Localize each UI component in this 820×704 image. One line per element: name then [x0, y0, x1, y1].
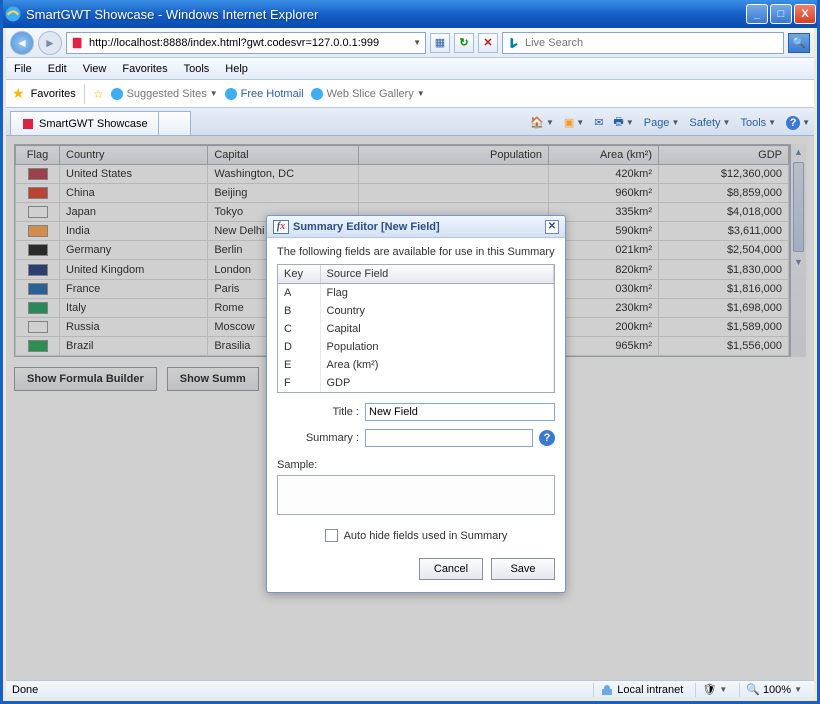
source-field: Population	[320, 338, 554, 356]
sample-output	[277, 475, 555, 515]
source-row[interactable]: BCountry	[278, 302, 554, 320]
source-key: B	[278, 302, 320, 320]
stop-button[interactable]: ✕	[478, 33, 498, 53]
tab-bar: SmartGWT Showcase 🏠▼ ▣▼ ✉ 🖶▼ Page ▼ Safe…	[6, 108, 814, 136]
source-row[interactable]: AFlag	[278, 284, 554, 303]
sample-label: Sample:	[277, 459, 555, 471]
forward-button[interactable]: ►	[38, 31, 62, 55]
zone-segment: Local intranet	[593, 683, 689, 697]
fav-webslice[interactable]: Web Slice Gallery ▼	[310, 87, 425, 101]
search-input[interactable]	[525, 37, 779, 49]
home-button[interactable]: 🏠▼	[530, 116, 554, 129]
source-key: C	[278, 320, 320, 338]
add-fav-icon[interactable]: ☆	[93, 87, 104, 101]
fav-suggested[interactable]: Suggested Sites ▼	[110, 87, 218, 101]
help-button[interactable]: ? ▼	[786, 116, 810, 130]
print-button[interactable]: 🖶▼	[613, 113, 633, 132]
menu-bar: File Edit View Favorites Tools Help	[6, 58, 814, 80]
star-icon: ★	[12, 85, 25, 102]
new-tab-button[interactable]	[159, 111, 191, 135]
dialog-intro: The following fields are available for u…	[277, 246, 555, 258]
dialog-titlebar[interactable]: fx Summary Editor [New Field] ✕	[267, 216, 565, 238]
source-key: F	[278, 374, 320, 392]
page-icon	[21, 117, 35, 131]
search-box[interactable]	[502, 32, 784, 54]
menu-help[interactable]: Help	[225, 63, 248, 75]
status-bar: Done Local intranet 🛡 ▼ 🔍 100% ▼	[6, 680, 814, 698]
source-key: E	[278, 356, 320, 374]
dropdown-caret-icon[interactable]: ▼	[413, 38, 421, 47]
chevron-down-icon: ▼	[417, 89, 425, 98]
dialog-close-button[interactable]: ✕	[545, 220, 559, 234]
source-field: Capital	[320, 320, 554, 338]
source-key: D	[278, 338, 320, 356]
tab-showcase[interactable]: SmartGWT Showcase	[10, 111, 159, 135]
summary-editor-dialog: fx Summary Editor [New Field] ✕ The foll…	[266, 215, 566, 593]
favorites-button[interactable]: Favorites	[31, 88, 76, 100]
address-input[interactable]	[89, 37, 409, 49]
refresh-button[interactable]: ↻	[454, 33, 474, 53]
compat-view-button[interactable]: ▦	[430, 33, 450, 53]
col-source[interactable]: Source Field	[320, 265, 554, 284]
source-row[interactable]: CCapital	[278, 320, 554, 338]
title-input[interactable]	[365, 403, 555, 421]
bing-icon	[507, 36, 521, 50]
menu-tools[interactable]: Tools	[184, 63, 210, 75]
ie-icon	[224, 87, 238, 101]
page-menu[interactable]: Page ▼	[644, 117, 680, 129]
ie-icon	[110, 87, 124, 101]
source-row[interactable]: DPopulation	[278, 338, 554, 356]
source-field: Area (km²)	[320, 356, 554, 374]
address-bar[interactable]: ▼	[66, 32, 426, 54]
favorites-bar: ★ Favorites ☆ Suggested Sites ▼ Free Hot…	[6, 80, 814, 108]
autohide-label: Auto hide fields used in Summary	[344, 530, 508, 542]
help-icon[interactable]: ?	[539, 430, 555, 446]
col-key[interactable]: Key	[278, 265, 320, 284]
fx-icon: fx	[273, 220, 289, 234]
fav-hotmail[interactable]: Free Hotmail	[224, 87, 304, 101]
source-field: GDP	[320, 374, 554, 392]
source-key: A	[278, 284, 320, 303]
protected-mode-segment[interactable]: 🛡 ▼	[695, 683, 733, 697]
tools-menu[interactable]: Tools ▼	[740, 117, 776, 129]
cancel-button[interactable]: Cancel	[419, 558, 483, 580]
save-button[interactable]: Save	[491, 558, 555, 580]
autohide-checkbox[interactable]	[325, 529, 338, 542]
source-field: Country	[320, 302, 554, 320]
ie-icon	[310, 87, 324, 101]
back-button[interactable]: ◄	[10, 31, 34, 55]
feeds-button[interactable]: ▣▼	[564, 116, 584, 129]
summary-input[interactable]	[365, 429, 533, 447]
separator	[84, 84, 85, 104]
safety-menu[interactable]: Safety ▼	[689, 117, 730, 129]
menu-favorites[interactable]: Favorites	[122, 63, 167, 75]
menu-file[interactable]: File	[14, 63, 32, 75]
dialog-title: Summary Editor [New Field]	[293, 221, 545, 233]
status-text: Done	[12, 684, 38, 696]
source-field: Flag	[320, 284, 554, 303]
source-row[interactable]: EArea (km²)	[278, 356, 554, 374]
chevron-down-icon: ▼	[210, 89, 218, 98]
zoom-segment[interactable]: 🔍 100% ▼	[739, 683, 808, 697]
nav-toolbar: ◄ ► ▼ ▦ ↻ ✕ 🔍	[6, 28, 814, 58]
summary-label: Summary :	[277, 432, 365, 444]
mail-button[interactable]: ✉	[594, 116, 603, 129]
page-icon	[71, 36, 85, 50]
title-label: Title :	[277, 406, 365, 418]
source-fields-table[interactable]: Key Source Field AFlagBCountryCCapitalDP…	[277, 264, 555, 393]
menu-edit[interactable]: Edit	[48, 63, 67, 75]
source-row[interactable]: FGDP	[278, 374, 554, 392]
menu-view[interactable]: View	[83, 63, 107, 75]
intranet-icon	[600, 683, 614, 697]
search-button[interactable]: 🔍	[788, 33, 810, 53]
